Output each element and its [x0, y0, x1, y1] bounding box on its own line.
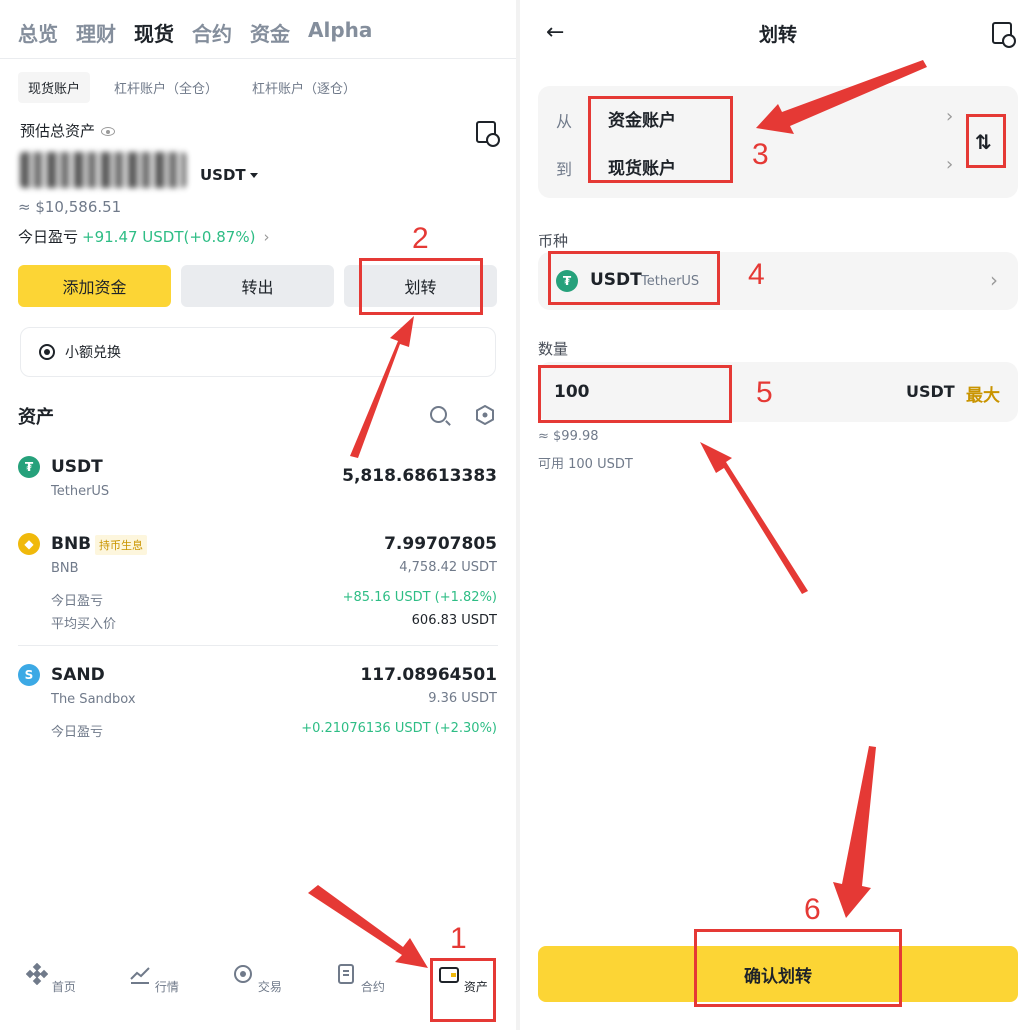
amount-approx: ≈ $99.98 [538, 429, 599, 444]
assets-title: 资产 [18, 407, 54, 428]
nav-trade[interactable]: 交易 [222, 963, 292, 995]
annotation-box-3b [966, 114, 1006, 168]
nav-home[interactable]: 首页 [16, 962, 86, 995]
page-title: 划转 [758, 24, 797, 46]
from-label: 从 [556, 112, 573, 131]
annotation-number-2: 2 [412, 222, 429, 255]
today-pnl-value: +91.47 USDT(+0.87%) [82, 228, 256, 246]
tab-futures[interactable]: 合约 [192, 18, 232, 47]
asset-symbol[interactable]: BNB [51, 534, 91, 554]
document-icon [338, 964, 355, 984]
to-label: 到 [556, 160, 573, 179]
divider [18, 645, 498, 646]
annotation-number-5: 5 [756, 376, 773, 409]
annotation-box-5 [538, 365, 732, 423]
amount-label: 数量 [538, 340, 569, 358]
annotation-number-1: 1 [450, 922, 467, 955]
tab-funding[interactable]: 资金 [250, 18, 290, 47]
asset-pnl-value: +85.16 USDT (+1.82%) [342, 590, 497, 605]
trade-icon [234, 965, 253, 983]
max-button[interactable]: 最大 [966, 381, 1000, 406]
sand-coin-icon: S [18, 664, 40, 686]
divider [0, 58, 516, 59]
small-convert-label: 小额兑换 [65, 345, 121, 361]
balance-unit-select[interactable]: USDT [200, 166, 258, 184]
history-icon[interactable] [476, 121, 500, 147]
tab-earn[interactable]: 理财 [76, 18, 116, 47]
nav-markets[interactable]: 行情 [119, 963, 189, 995]
history-icon[interactable] [992, 22, 1016, 48]
subtab-spot-account[interactable]: 现货账户 [18, 72, 91, 103]
asset-name: TetherUS [51, 484, 110, 499]
asset-name: BNB [51, 561, 79, 576]
asset-amount: 117.08964501 [360, 665, 497, 685]
chart-icon [130, 967, 150, 984]
nav-label: 交易 [257, 980, 282, 994]
settings-hex-icon[interactable] [476, 405, 494, 425]
tab-spot[interactable]: 现货 [134, 18, 174, 47]
available-balance: 可用 100 USDT [538, 457, 633, 472]
nav-futures[interactable]: 合约 [325, 963, 395, 995]
approx-usd: ≈ $10,586.51 [18, 198, 122, 216]
asset-symbol[interactable]: USDT [51, 457, 103, 477]
withdraw-button[interactable]: 转出 [181, 265, 334, 307]
asset-avg-label: 平均买入价 [51, 617, 117, 632]
assets-screen: 总览 理财 现货 合约 资金 Alpha 现货账户 杠杆账户（全仓） 杠杆账户（… [0, 0, 516, 1030]
coin-label: 币种 [538, 232, 569, 250]
balance-blurred [20, 152, 186, 188]
usdt-coin-icon: ₮ [18, 456, 40, 478]
tab-alpha[interactable]: Alpha [308, 18, 372, 47]
add-funds-button[interactable]: 添加资金 [18, 265, 171, 307]
asset-amount: 5,818.68613383 [342, 466, 497, 486]
chevron-right-icon: › [990, 268, 998, 292]
asset-amount: 7.99707805 [384, 534, 497, 554]
estimated-total-text: 预估总资产 [20, 122, 96, 140]
asset-symbol[interactable]: SAND [51, 665, 105, 685]
chevron-right-icon[interactable]: › [946, 106, 953, 127]
small-convert-button[interactable]: 小额兑换 [20, 327, 496, 377]
caret-down-icon [249, 173, 258, 178]
asset-pnl-value: +0.21076136 USDT (+2.30%) [301, 721, 497, 736]
search-icon[interactable] [430, 406, 447, 423]
convert-icon [39, 344, 55, 360]
estimated-total-label: 预估总资产 [20, 120, 116, 141]
annotation-box-2 [359, 258, 483, 315]
chevron-right-icon[interactable]: › [946, 154, 953, 175]
tab-overview[interactable]: 总览 [18, 18, 58, 47]
amount-unit: USDT [906, 382, 955, 401]
annotation-box-3a [588, 96, 733, 183]
account-sub-tabs: 现货账户 杠杆账户（全仓） 杠杆账户（逐仓） [18, 72, 366, 103]
annotation-number-6: 6 [804, 893, 821, 926]
nav-label: 行情 [154, 980, 179, 994]
eye-icon[interactable] [101, 127, 116, 136]
chevron-right-icon: › [263, 228, 270, 246]
bnb-coin-icon: ◆ [18, 533, 40, 555]
asset-usd-value: 4,758.42 USDT [399, 560, 497, 575]
balance-unit-text: USDT [200, 166, 246, 184]
nav-label: 首页 [51, 980, 76, 994]
earn-badge[interactable]: 持币生息 [95, 535, 147, 555]
top-tabs: 总览 理财 现货 合约 资金 Alpha [18, 18, 372, 47]
subtab-isolated-margin[interactable]: 杠杆账户（逐仓） [242, 72, 366, 103]
nav-label: 合约 [360, 980, 385, 994]
asset-pnl-label: 今日盈亏 [51, 725, 104, 740]
today-pnl-label: 今日盈亏 [18, 228, 79, 246]
binance-logo-icon [25, 962, 49, 986]
annotation-number-4: 4 [748, 258, 765, 291]
asset-avg-value: 606.83 USDT [411, 613, 497, 628]
asset-name: The Sandbox [51, 692, 136, 707]
asset-usd-value: 9.36 USDT [428, 691, 497, 706]
annotation-box-1 [430, 958, 496, 1022]
annotation-box-6 [694, 929, 902, 1007]
today-pnl[interactable]: 今日盈亏 +91.47 USDT(+0.87%) › [18, 226, 269, 247]
annotation-box-4 [548, 251, 720, 305]
annotation-number-3: 3 [752, 138, 769, 171]
subtab-cross-margin[interactable]: 杠杆账户（全仓） [104, 72, 228, 103]
asset-pnl-label: 今日盈亏 [51, 594, 104, 609]
